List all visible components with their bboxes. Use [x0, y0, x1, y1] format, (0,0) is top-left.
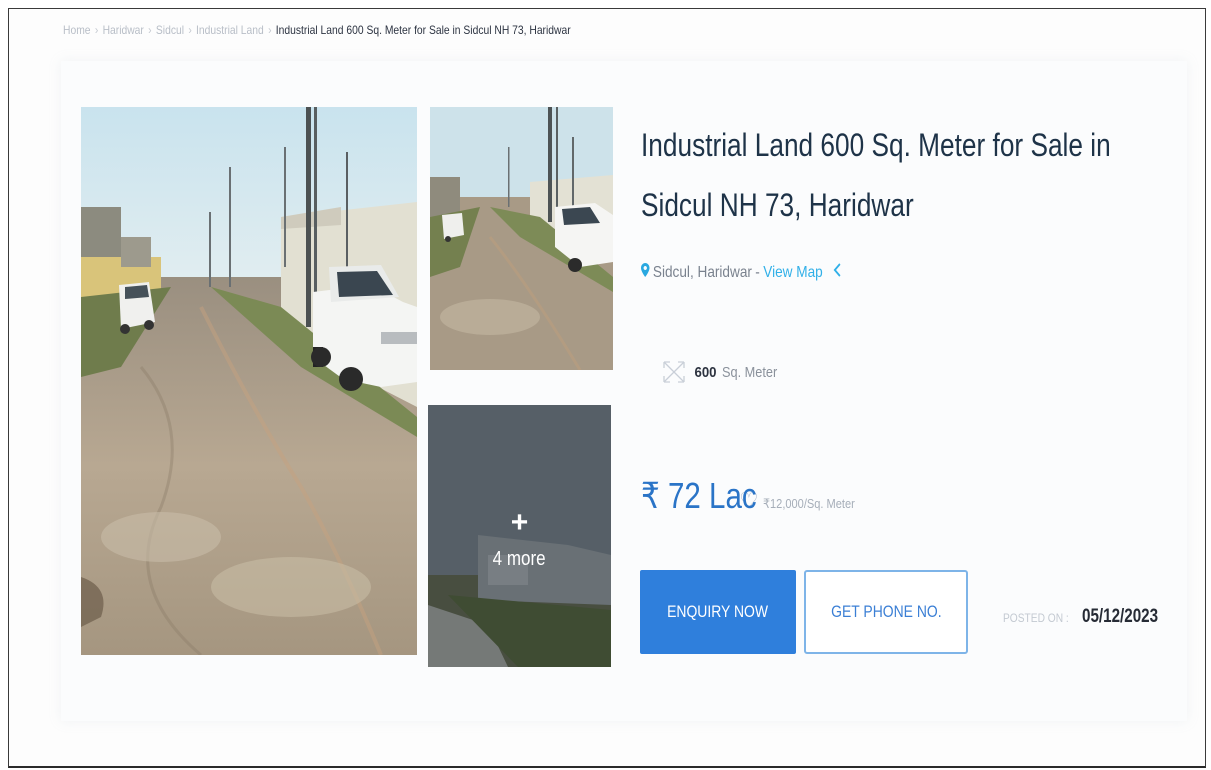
view-map-link[interactable]: View Map: [763, 264, 822, 282]
breadcrumb-category[interactable]: Industrial Land: [196, 23, 264, 37]
enquiry-now-label: ENQUIRY NOW: [667, 602, 769, 621]
get-phone-button[interactable]: GET PHONE NO.: [804, 570, 968, 654]
breadcrumb-current: Industrial Land 600 Sq. Meter for Sale i…: [275, 23, 571, 37]
share-icon[interactable]: [833, 263, 842, 282]
price-per-unit: ₹12,000/Sq. Meter: [762, 496, 855, 511]
thumbnail-photo[interactable]: [430, 107, 613, 370]
location-text: Sidcul, Haridwar: [652, 263, 752, 281]
listing-title: Industrial Land 600 Sq. Meter for Sale i…: [641, 127, 1111, 223]
breadcrumb-separator: ›: [188, 23, 192, 37]
posted-on-date: 05/12/2023: [1082, 606, 1159, 627]
more-photos-label: 4 more: [493, 547, 546, 570]
area-icon: [661, 359, 687, 385]
more-photos-overlay[interactable]: + 4 more: [428, 405, 611, 667]
posted-on-label: POSTED ON :: [1003, 611, 1069, 625]
plus-icon: +: [510, 505, 529, 539]
breadcrumb-home[interactable]: Home: [63, 23, 91, 37]
area-unit: Sq. Meter: [722, 363, 778, 381]
price-row: ₹ 72 Lac ♡ ₹12,000/Sq. Meter: [641, 475, 871, 517]
breadcrumb-separator: ›: [268, 23, 272, 37]
breadcrumb-separator: ›: [94, 23, 99, 37]
posted-on: POSTED ON : 05/12/2023: [1003, 606, 1177, 628]
enquiry-now-button[interactable]: ENQUIRY NOW: [640, 570, 796, 654]
get-phone-label: GET PHONE NO.: [830, 602, 942, 621]
page-frame: Home › Haridwar › Sidcul › Industrial Land › Ind…: [8, 8, 1206, 768]
price-value: ₹ 72 Lac: [641, 475, 757, 516]
breadcrumb-locality[interactable]: Sidcul: [156, 23, 184, 37]
location-pin-icon: [641, 263, 650, 282]
area-info: 600 Sq. Meter: [661, 359, 787, 385]
listing-location: Sidcul, Haridwar - View Map: [641, 263, 841, 282]
location-separator: -: [755, 263, 760, 281]
breadcrumb: Home › Haridwar › Sidcul › Industrial Land › Ind…: [63, 23, 571, 37]
breadcrumb-city[interactable]: Haridwar: [103, 23, 144, 37]
area-value: 600: [694, 363, 717, 381]
main-photo[interactable]: [81, 107, 417, 655]
breadcrumb-separator: ›: [148, 23, 152, 37]
more-photos-tile[interactable]: + 4 more: [428, 405, 611, 667]
